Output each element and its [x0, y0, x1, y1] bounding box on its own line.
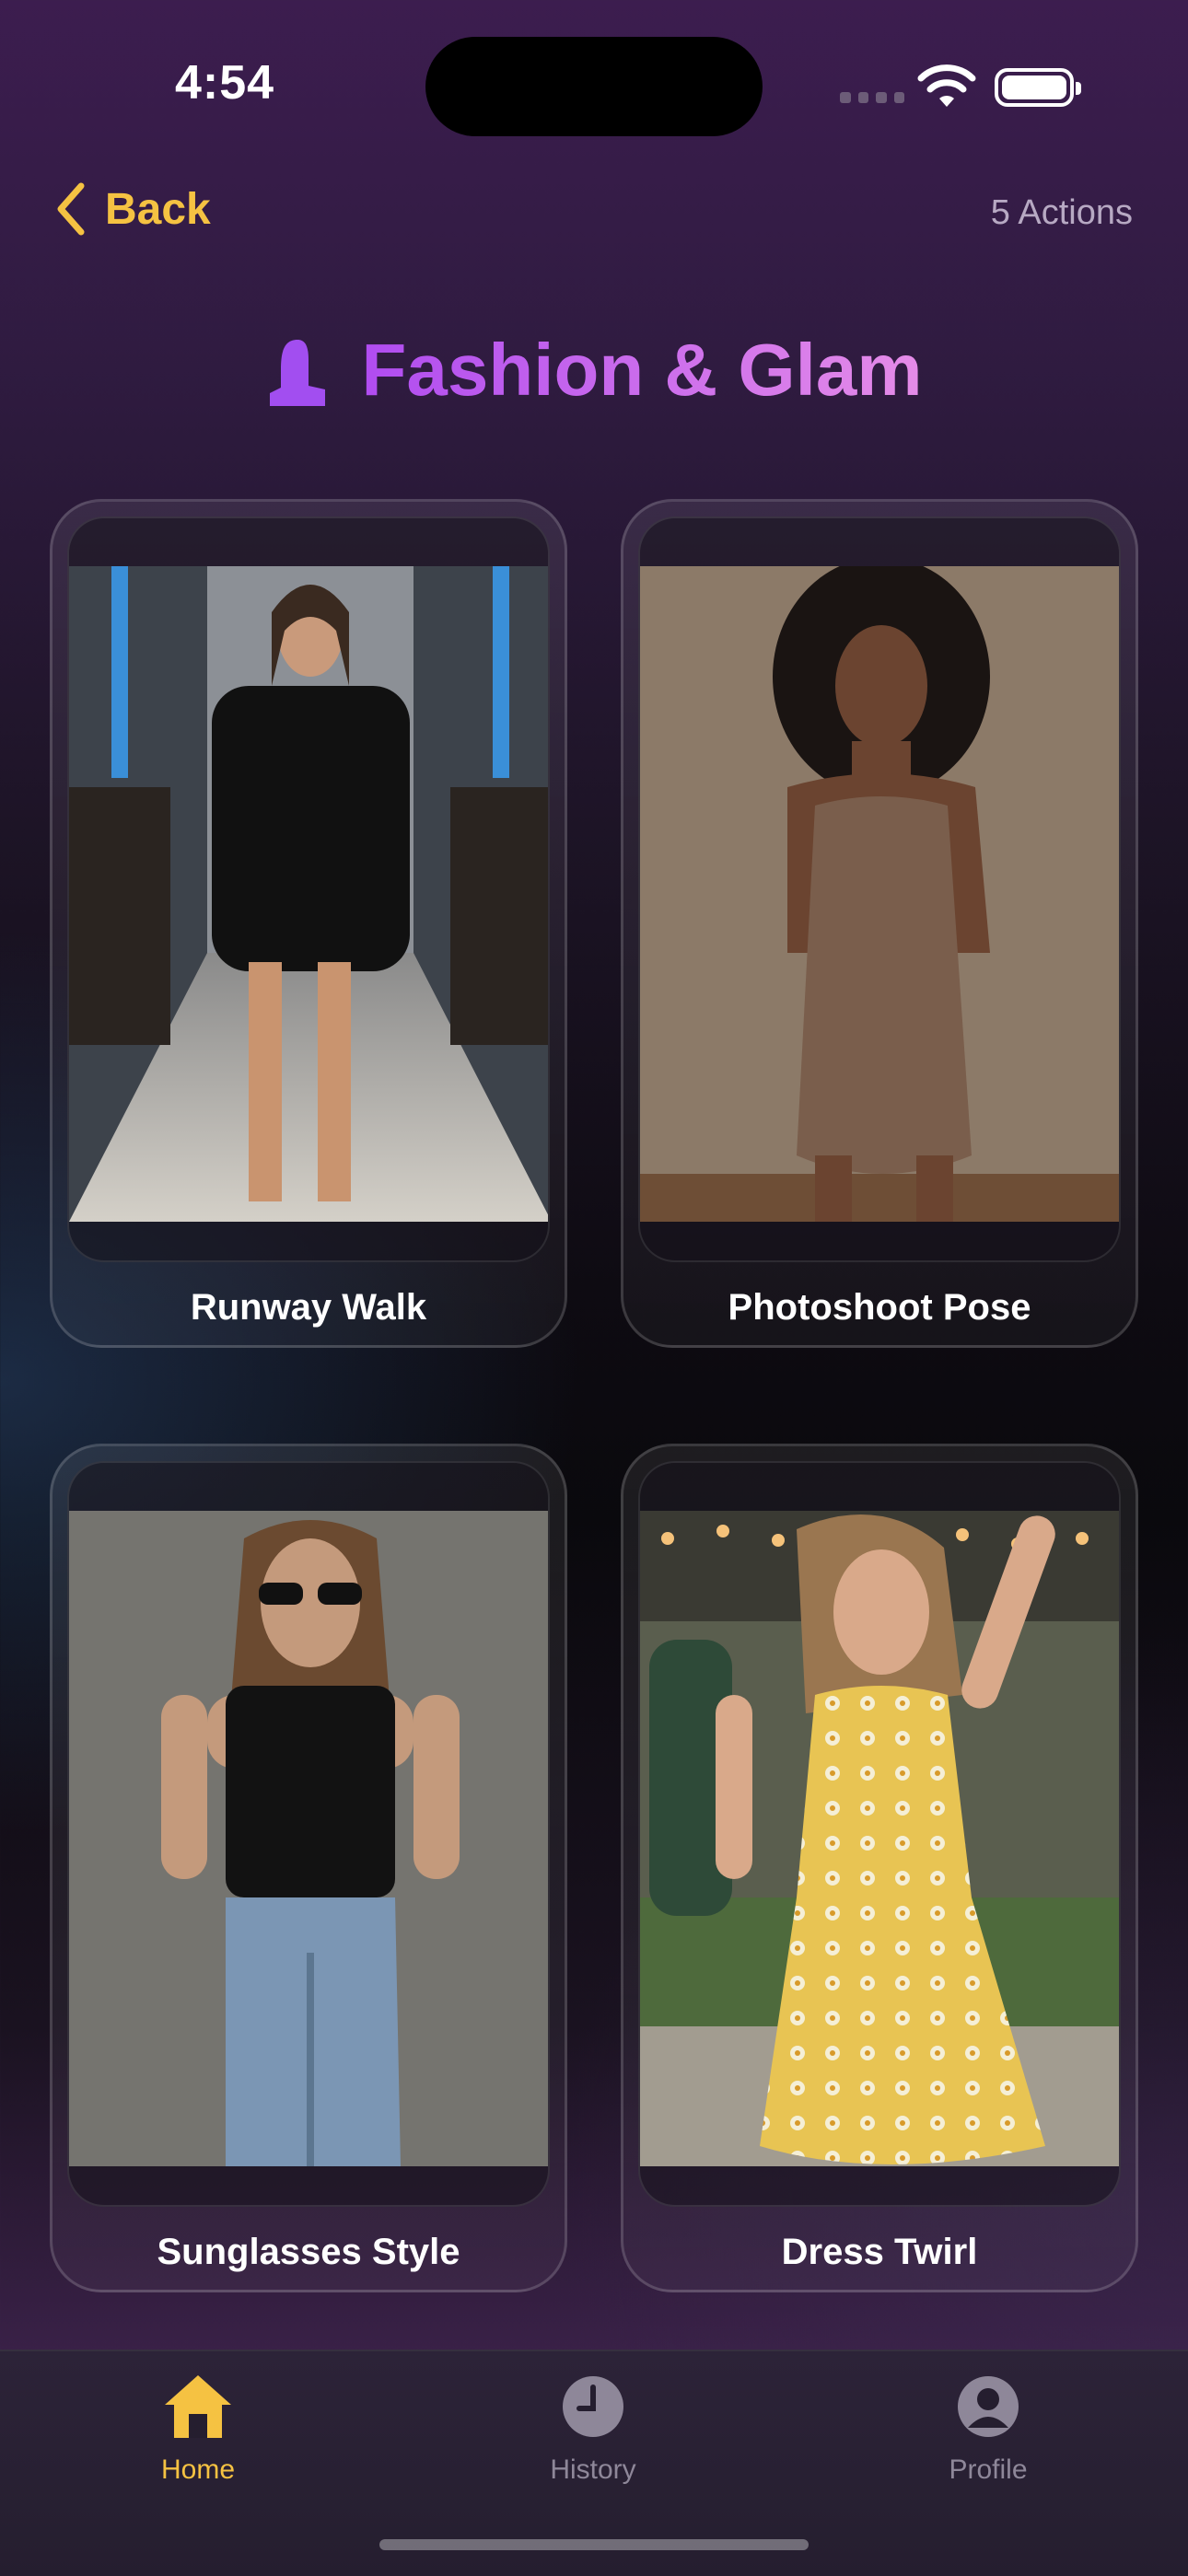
tab-label: Home [160, 2454, 236, 2485]
dynamic-island [425, 37, 763, 136]
tab-profile[interactable]: Profile [896, 2370, 1080, 2508]
card-label: Photoshoot Pose [728, 1287, 1031, 1328]
card-image-frame [67, 1461, 550, 2207]
battery-icon [995, 68, 1081, 107]
card-image-frame [638, 516, 1121, 1262]
card-photo [69, 566, 548, 1222]
page-title: Fashion & Glam [361, 329, 923, 411]
action-card-runway-walk[interactable]: Runway Walk [50, 499, 567, 1348]
card-label: Runway Walk [190, 1287, 427, 1328]
home-indicator [379, 2539, 809, 2550]
chevron-left-icon [57, 182, 85, 236]
tab-home[interactable]: Home [106, 2370, 290, 2508]
status-time: 4:54 [175, 56, 275, 110]
back-label: Back [105, 184, 211, 234]
action-card-sunglasses-style[interactable]: Sunglasses Style [50, 1444, 567, 2292]
card-photo [69, 1511, 548, 2166]
card-photo [640, 1511, 1119, 2166]
heel-icon [269, 340, 325, 406]
tab-label: History [550, 2454, 636, 2485]
action-card-photoshoot-pose[interactable]: Photoshoot Pose [621, 499, 1138, 1348]
cellular-signal-icon [840, 92, 904, 105]
status-bar: 4:54 [0, 0, 1188, 175]
tab-history[interactable]: History [501, 2370, 685, 2508]
card-image-frame [638, 1461, 1121, 2207]
action-card-dress-twirl[interactable]: Dress Twirl [621, 1444, 1138, 2292]
card-image-frame [67, 516, 550, 1262]
tab-label: Profile [949, 2454, 1028, 2485]
person-icon [951, 2370, 1025, 2443]
home-icon [161, 2370, 235, 2443]
back-button[interactable]: Back [55, 182, 211, 236]
card-label: Dress Twirl [781, 2232, 978, 2272]
card-label: Sunglasses Style [157, 2232, 460, 2272]
actions-count: 5 Actions [990, 193, 1133, 232]
page-header: Fashion & Glam [0, 328, 1188, 412]
clock-icon [556, 2370, 630, 2443]
wifi-icon [917, 64, 976, 107]
card-photo [640, 566, 1119, 1222]
